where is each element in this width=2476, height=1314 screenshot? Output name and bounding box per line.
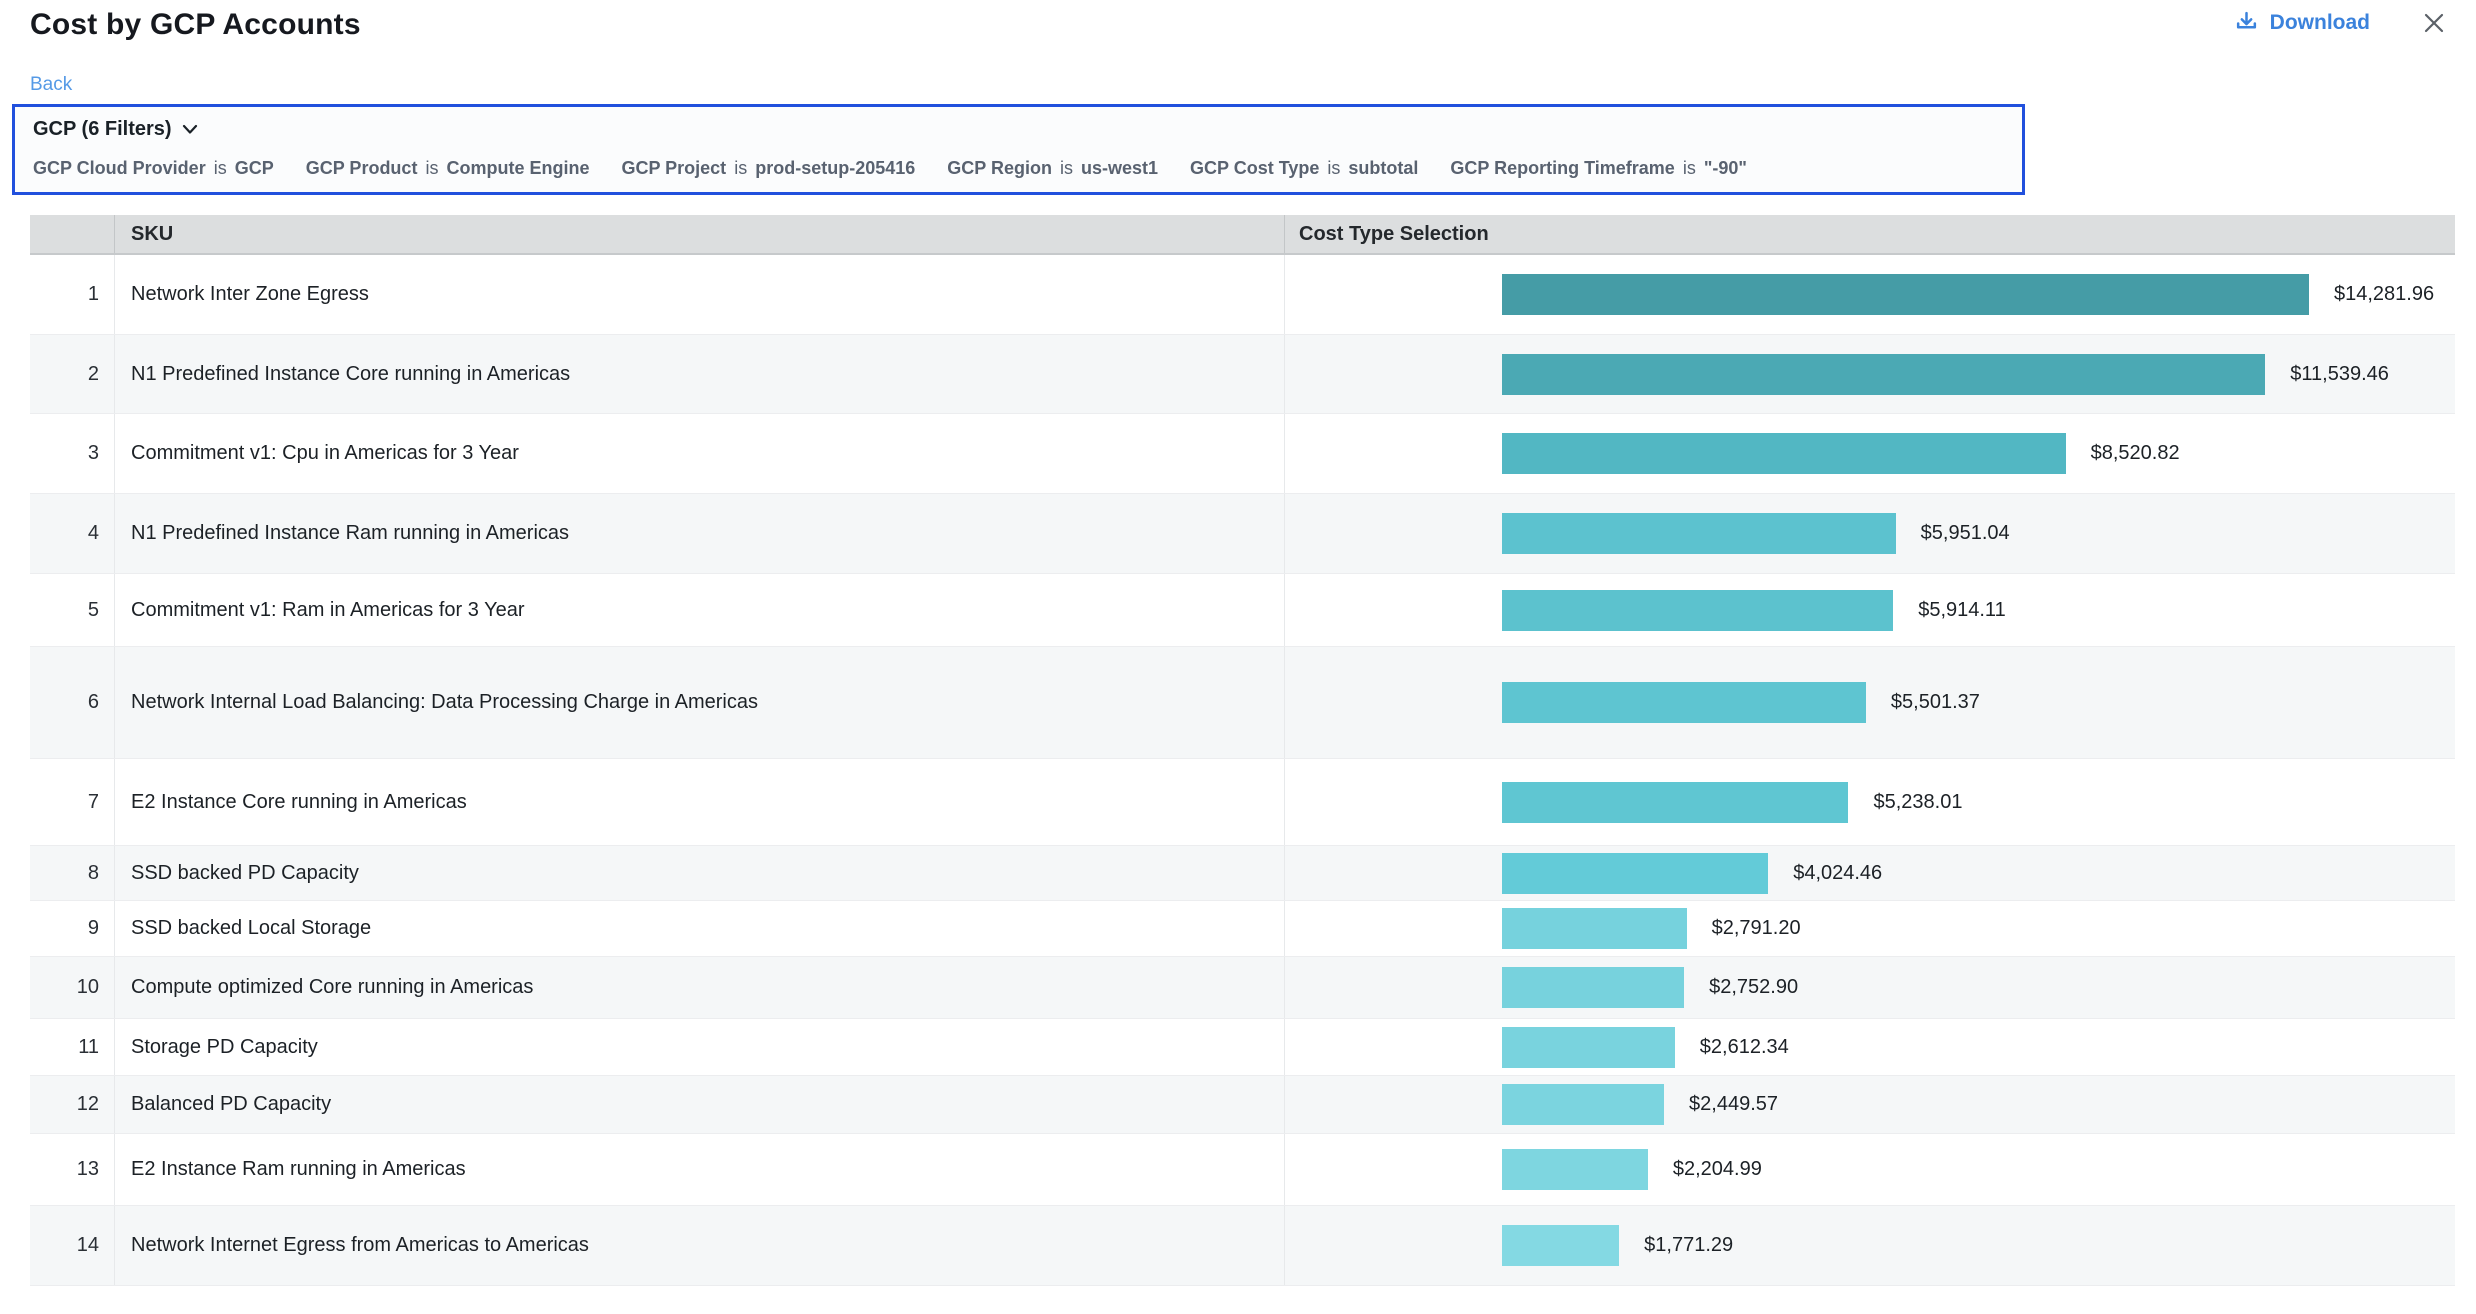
row-rank: 13 <box>30 1134 115 1205</box>
cost-value-label: $2,752.90 <box>1709 976 1798 999</box>
row-rank: 11 <box>30 1019 115 1075</box>
cost-value-label: $1,771.29 <box>1644 1234 1733 1257</box>
cost-bar <box>1502 1149 1648 1190</box>
table-row[interactable]: 9 SSD backed Local Storage $2,791.20 <box>30 901 2455 957</box>
row-rank: 5 <box>30 574 115 646</box>
download-label: Download <box>2270 11 2370 35</box>
topbar: Cost by GCP Accounts Download <box>0 0 2476 42</box>
sku-label: SSD backed PD Capacity <box>115 846 1285 900</box>
table-row[interactable]: 12 Balanced PD Capacity $2,449.57 <box>30 1076 2455 1134</box>
cost-bar <box>1502 967 1684 1008</box>
sku-label: Compute optimized Core running in Americ… <box>115 957 1285 1018</box>
cost-bar <box>1502 513 1896 554</box>
filter-item: GCP Reporting Timeframe is "-90" <box>1450 158 1747 179</box>
cost-value-label: $2,612.34 <box>1700 1036 1789 1059</box>
page-title: Cost by GCP Accounts <box>30 8 361 42</box>
row-rank: 8 <box>30 846 115 900</box>
sku-label: N1 Predefined Instance Ram running in Am… <box>115 494 1285 573</box>
cost-bar <box>1502 1084 1664 1125</box>
filter-group-toggle[interactable]: GCP (6 Filters) <box>33 118 198 141</box>
sku-label: N1 Predefined Instance Core running in A… <box>115 335 1285 413</box>
filter-item: GCP Region is us-west1 <box>947 158 1158 179</box>
row-rank: 12 <box>30 1076 115 1133</box>
filter-item: GCP Product is Compute Engine <box>306 158 590 179</box>
cost-value-label: $5,238.01 <box>1873 791 1962 814</box>
sku-label: Commitment v1: Cpu in Americas for 3 Yea… <box>115 414 1285 493</box>
sku-label: Commitment v1: Ram in Americas for 3 Yea… <box>115 574 1285 646</box>
cost-bar <box>1502 908 1687 949</box>
cost-value-label: $11,539.46 <box>2290 363 2389 386</box>
cost-bar <box>1502 1027 1675 1068</box>
cost-value-label: $5,951.04 <box>1921 522 2010 545</box>
download-button[interactable]: Download <box>2234 10 2370 35</box>
cost-value-label: $2,449.57 <box>1689 1093 1778 1116</box>
row-rank: 14 <box>30 1206 115 1285</box>
sku-label: Network Internal Load Balancing: Data Pr… <box>115 647 1285 758</box>
table-row[interactable]: 5 Commitment v1: Ram in Americas for 3 Y… <box>30 574 2455 647</box>
row-rank: 7 <box>30 759 115 845</box>
filter-group-panel: GCP (6 Filters) GCP Cloud Provider is GC… <box>12 104 2025 195</box>
table-row[interactable]: 7 E2 Instance Core running in Americas $… <box>30 759 2455 846</box>
sku-label: Storage PD Capacity <box>115 1019 1285 1075</box>
row-rank: 3 <box>30 414 115 493</box>
table-row[interactable]: 2 N1 Predefined Instance Core running in… <box>30 335 2455 414</box>
header-cost-type-selection-column: Cost Type Selection <box>1285 215 2455 253</box>
cost-bar <box>1502 682 1866 723</box>
cost-table: SKU Cost Type Selection 1 Network Inter … <box>30 215 2455 1286</box>
cost-value-label: $14,281.96 <box>2334 283 2434 306</box>
sku-label: Balanced PD Capacity <box>115 1076 1285 1133</box>
table-body: 1 Network Inter Zone Egress $14,281.96 2… <box>30 255 2455 1286</box>
cost-value-label: $2,204.99 <box>1673 1158 1762 1181</box>
filter-item: GCP Project is prod-setup-205416 <box>621 158 915 179</box>
filter-item: GCP Cloud Provider is GCP <box>33 158 274 179</box>
table-row[interactable]: 1 Network Inter Zone Egress $14,281.96 <box>30 255 2455 335</box>
cost-by-gcp-accounts-panel: Cost by GCP Accounts Download <box>0 0 2476 1314</box>
cost-value-label: $2,791.20 <box>1712 917 1801 940</box>
sku-label: Network Internet Egress from Americas to… <box>115 1206 1285 1285</box>
table-row[interactable]: 13 E2 Instance Ram running in Americas $… <box>30 1134 2455 1206</box>
table-row[interactable]: 3 Commitment v1: Cpu in Americas for 3 Y… <box>30 414 2455 494</box>
sku-label: Network Inter Zone Egress <box>115 255 1285 334</box>
cost-value-label: $5,914.11 <box>1918 599 2006 622</box>
sku-label: E2 Instance Ram running in Americas <box>115 1134 1285 1205</box>
download-icon <box>2234 10 2259 35</box>
applied-filters-row: GCP Cloud Provider is GCP GCP Product is … <box>33 158 2004 179</box>
chevron-down-icon <box>182 124 198 135</box>
cost-value-label: $8,520.82 <box>2091 442 2180 465</box>
table-row[interactable]: 6 Network Internal Load Balancing: Data … <box>30 647 2455 759</box>
cost-value-label: $5,501.37 <box>1891 691 1980 714</box>
row-rank: 2 <box>30 335 115 413</box>
cost-bar <box>1502 354 2265 395</box>
row-rank: 1 <box>30 255 115 334</box>
row-rank: 4 <box>30 494 115 573</box>
cost-bar <box>1502 433 2066 474</box>
cost-value-label: $4,024.46 <box>1793 862 1882 885</box>
close-icon[interactable] <box>2422 11 2446 35</box>
cost-bar <box>1502 274 2309 315</box>
filter-group-label: GCP (6 Filters) <box>33 118 172 141</box>
table-row[interactable]: 8 SSD backed PD Capacity $4,024.46 <box>30 846 2455 901</box>
sku-label: SSD backed Local Storage <box>115 901 1285 956</box>
row-rank: 6 <box>30 647 115 758</box>
row-rank: 9 <box>30 901 115 956</box>
header-index-column <box>30 215 115 253</box>
sku-label: E2 Instance Core running in Americas <box>115 759 1285 845</box>
cost-bar <box>1502 1225 1619 1266</box>
header-sku-column: SKU <box>115 215 1285 253</box>
cost-bar <box>1502 590 1893 631</box>
filter-item: GCP Cost Type is subtotal <box>1190 158 1418 179</box>
table-row[interactable]: 10 Compute optimized Core running in Ame… <box>30 957 2455 1019</box>
cost-bar <box>1502 853 1768 894</box>
cost-bar <box>1502 782 1848 823</box>
table-row[interactable]: 11 Storage PD Capacity $2,612.34 <box>30 1019 2455 1076</box>
table-row[interactable]: 14 Network Internet Egress from Americas… <box>30 1206 2455 1286</box>
back-link[interactable]: Back <box>30 74 72 96</box>
table-header-row: SKU Cost Type Selection <box>30 215 2455 255</box>
table-row[interactable]: 4 N1 Predefined Instance Ram running in … <box>30 494 2455 574</box>
row-rank: 10 <box>30 957 115 1018</box>
